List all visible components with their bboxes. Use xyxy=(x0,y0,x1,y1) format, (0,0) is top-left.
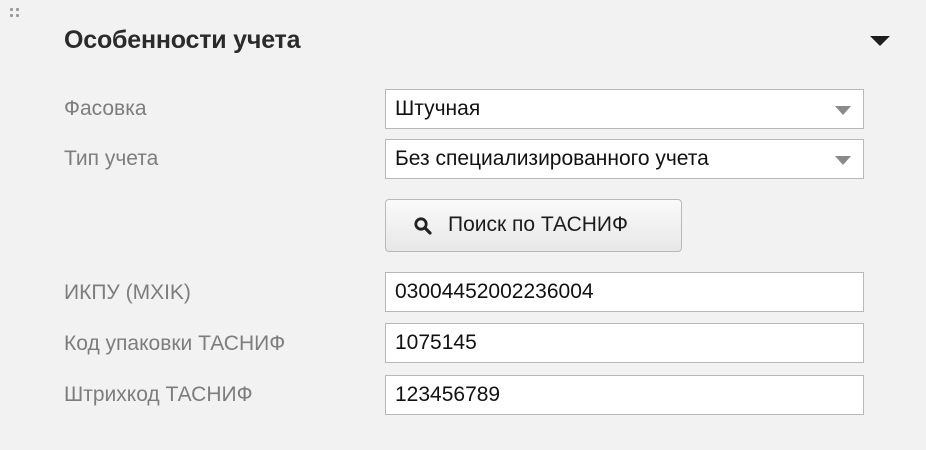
dropdown-caret-icon xyxy=(835,106,851,115)
search-tasnif-button[interactable]: Поиск по ТАСНИФ xyxy=(385,199,682,252)
search-tasnif-button-label: Поиск по ТАСНИФ xyxy=(448,213,628,236)
panel-title: Особенности учета xyxy=(64,26,301,54)
packaging-select[interactable]: Штучная xyxy=(385,89,864,129)
barcode-input[interactable]: 123456789 xyxy=(385,375,864,415)
barcode-input-value: 123456789 xyxy=(395,383,501,406)
packaging-select-value: Штучная xyxy=(395,97,481,120)
ikpu-input-value: 03004452002236004 xyxy=(395,280,594,303)
collapse-triangle-icon[interactable] xyxy=(868,34,892,48)
accounting-type-select[interactable]: Без специализированного учета xyxy=(385,139,864,179)
package-code-label: Код упаковки ТАСНИФ xyxy=(64,332,286,355)
barcode-label: Штрихкод ТАСНИФ xyxy=(64,383,253,406)
search-icon xyxy=(413,216,433,236)
package-code-input[interactable]: 1075145 xyxy=(385,323,864,363)
packaging-label: Фасовка xyxy=(64,97,147,120)
drag-handle-icon[interactable] xyxy=(10,8,24,22)
package-code-input-value: 1075145 xyxy=(395,331,477,354)
dropdown-caret-icon xyxy=(835,156,851,165)
ikpu-input[interactable]: 03004452002236004 xyxy=(385,272,864,312)
accounting-type-label: Тип учета xyxy=(64,147,159,170)
ikpu-label: ИКПУ (MXIK) xyxy=(64,281,191,304)
accounting-type-select-value: Без специализированного учета xyxy=(395,147,709,170)
